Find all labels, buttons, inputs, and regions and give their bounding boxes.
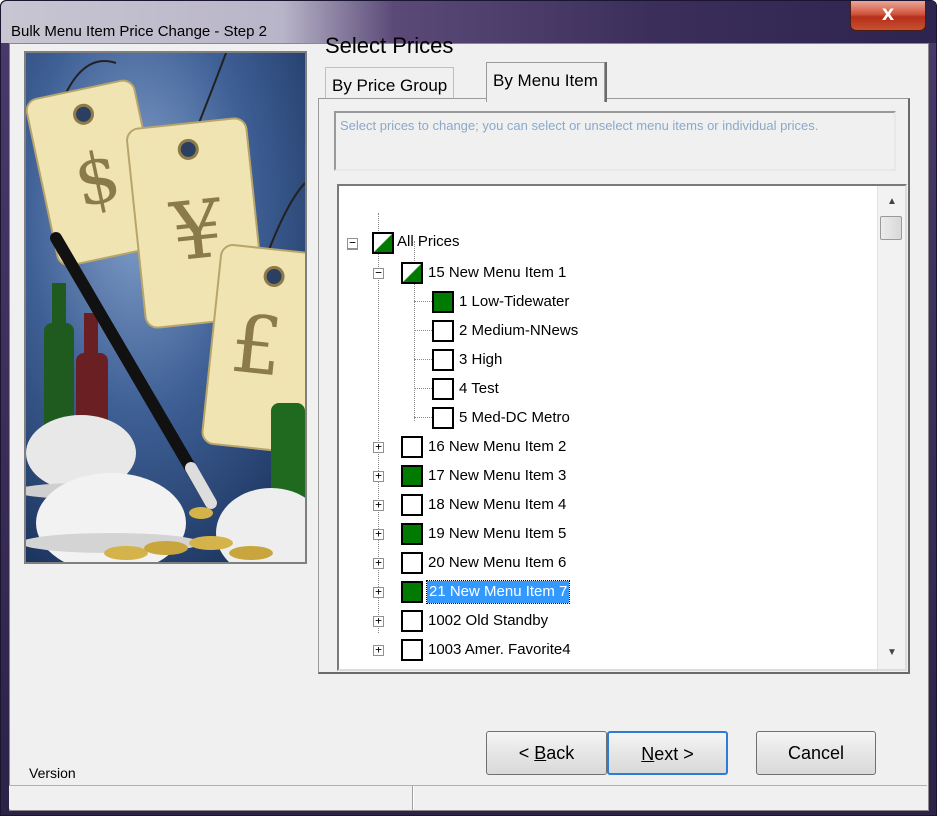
price-tree[interactable]: − All Prices − 15 New Menu Item 1 1 Low-… xyxy=(337,184,907,671)
cancel-button[interactable]: Cancel xyxy=(756,731,876,775)
tree-checkbox[interactable] xyxy=(401,639,423,661)
expand-icon[interactable]: + xyxy=(373,470,384,482)
tree-checkbox[interactable] xyxy=(432,378,454,400)
price-tags-illustration: $ ¥ £ xyxy=(24,51,307,564)
tree-checkbox[interactable] xyxy=(401,552,423,574)
tree-checkbox[interactable] xyxy=(432,407,454,429)
tree-checkbox[interactable] xyxy=(401,262,423,284)
next-button[interactable]: Next > xyxy=(607,731,728,775)
tree-node-selected[interactable]: + 21 New Menu Item 7 xyxy=(339,580,639,604)
tree-node-label: 19 New Menu Item 5 xyxy=(428,525,567,542)
tree-node[interactable]: − 15 New Menu Item 1 xyxy=(339,262,639,284)
expand-icon[interactable]: + xyxy=(373,441,384,453)
tab-by-menu-item[interactable]: By Menu Item xyxy=(486,62,605,102)
scroll-thumb[interactable] xyxy=(880,216,902,240)
tree-checkbox[interactable] xyxy=(401,436,423,458)
expand-icon[interactable]: + xyxy=(373,499,384,511)
tree-node[interactable]: 2 Medium-NNews xyxy=(339,320,639,342)
tree-node[interactable]: + 20 New Menu Item 6 xyxy=(339,552,639,574)
expand-icon[interactable]: + xyxy=(373,557,384,569)
tree-node-label: 21 New Menu Item 7 xyxy=(425,580,571,604)
tree-node-label: 3 High xyxy=(459,351,503,368)
price-tags-illustration-art: $ ¥ £ xyxy=(26,53,305,562)
collapse-icon[interactable]: − xyxy=(347,237,358,249)
scroll-down-arrow-icon[interactable]: ▼ xyxy=(878,643,905,663)
tree-checkbox[interactable] xyxy=(372,232,394,254)
tree-checkbox[interactable] xyxy=(401,610,423,632)
vertical-scrollbar[interactable]: ▲ ▼ xyxy=(877,186,905,669)
scroll-up-arrow-icon[interactable]: ▲ xyxy=(878,192,905,212)
tree-node-label: All Prices xyxy=(397,233,460,250)
tree-node[interactable]: 3 High xyxy=(339,349,639,371)
back-button[interactable]: < Back xyxy=(486,731,607,775)
status-bar xyxy=(9,785,927,810)
tree-node-label: 15 New Menu Item 1 xyxy=(428,264,567,281)
tree-checkbox[interactable] xyxy=(401,581,423,603)
tree-checkbox[interactable] xyxy=(401,465,423,487)
tree-node[interactable]: + 18 New Menu Item 4 xyxy=(339,494,639,516)
back-button-hotkey: B xyxy=(534,743,547,763)
tree-checkbox[interactable] xyxy=(432,349,454,371)
tree-node-label: 1003 Amer. Favorite4 xyxy=(428,641,571,658)
version-label: Version xyxy=(29,765,76,781)
expand-icon[interactable]: + xyxy=(373,644,384,656)
tree-node-label: 20 New Menu Item 6 xyxy=(428,554,567,571)
tree-node[interactable]: 5 Med-DC Metro xyxy=(339,407,639,429)
tree-checkbox[interactable] xyxy=(401,523,423,545)
svg-text:£: £ xyxy=(227,297,287,395)
tree-node[interactable]: + 1002 Old Standby xyxy=(339,610,639,632)
tree-node-label: 4 Test xyxy=(459,380,499,397)
status-bar-separator xyxy=(412,786,414,810)
page-title: Select Prices xyxy=(325,33,454,58)
window-title: Bulk Menu Item Price Change - Step 2 xyxy=(11,23,267,40)
next-button-label: ext > xyxy=(654,744,694,764)
back-button-arrow: < xyxy=(518,743,535,763)
tree-checkbox[interactable] xyxy=(401,494,423,516)
tree-node-label: 1 Low-Tidewater xyxy=(459,293,570,310)
expand-icon[interactable]: + xyxy=(373,586,384,598)
tree-root[interactable]: − All Prices xyxy=(339,232,539,254)
tree-node-label: 16 New Menu Item 2 xyxy=(428,438,567,455)
tree-node[interactable]: + 1003 Amer. Favorite4 xyxy=(339,639,639,661)
tab-by-price-group[interactable]: By Price Group xyxy=(325,67,455,100)
tree-node[interactable]: + 16 New Menu Item 2 xyxy=(339,436,639,458)
tree-node[interactable]: + 19 New Menu Item 5 xyxy=(339,523,639,545)
close-button[interactable]: X xyxy=(850,1,926,31)
tree-node[interactable]: + 17 New Menu Item 3 xyxy=(339,465,639,487)
expand-icon[interactable]: + xyxy=(373,615,384,627)
tree-checkbox[interactable] xyxy=(432,320,454,342)
expand-icon[interactable]: + xyxy=(373,528,384,540)
title-bar[interactable]: Bulk Menu Item Price Change - Step 2 X xyxy=(1,1,936,43)
tree-node-label: 5 Med-DC Metro xyxy=(459,409,570,426)
tree-node-label: 2 Medium-NNews xyxy=(459,322,579,339)
collapse-icon[interactable]: − xyxy=(373,267,384,279)
tree-node-label: 18 New Menu Item 4 xyxy=(428,496,567,513)
tree-node-label: 17 New Menu Item 3 xyxy=(428,467,567,484)
instructions-text: Select prices to change; you can select … xyxy=(334,111,896,171)
svg-text:¥: ¥ xyxy=(166,181,228,279)
tree-node[interactable]: 1 Low-Tidewater xyxy=(339,291,639,313)
tree-checkbox[interactable] xyxy=(432,291,454,313)
tree-node[interactable]: 4 Test xyxy=(339,378,639,400)
tree-node-label: 1002 Old Standby xyxy=(428,612,549,629)
back-button-label: ack xyxy=(546,743,575,763)
next-button-hotkey: N xyxy=(641,744,655,764)
